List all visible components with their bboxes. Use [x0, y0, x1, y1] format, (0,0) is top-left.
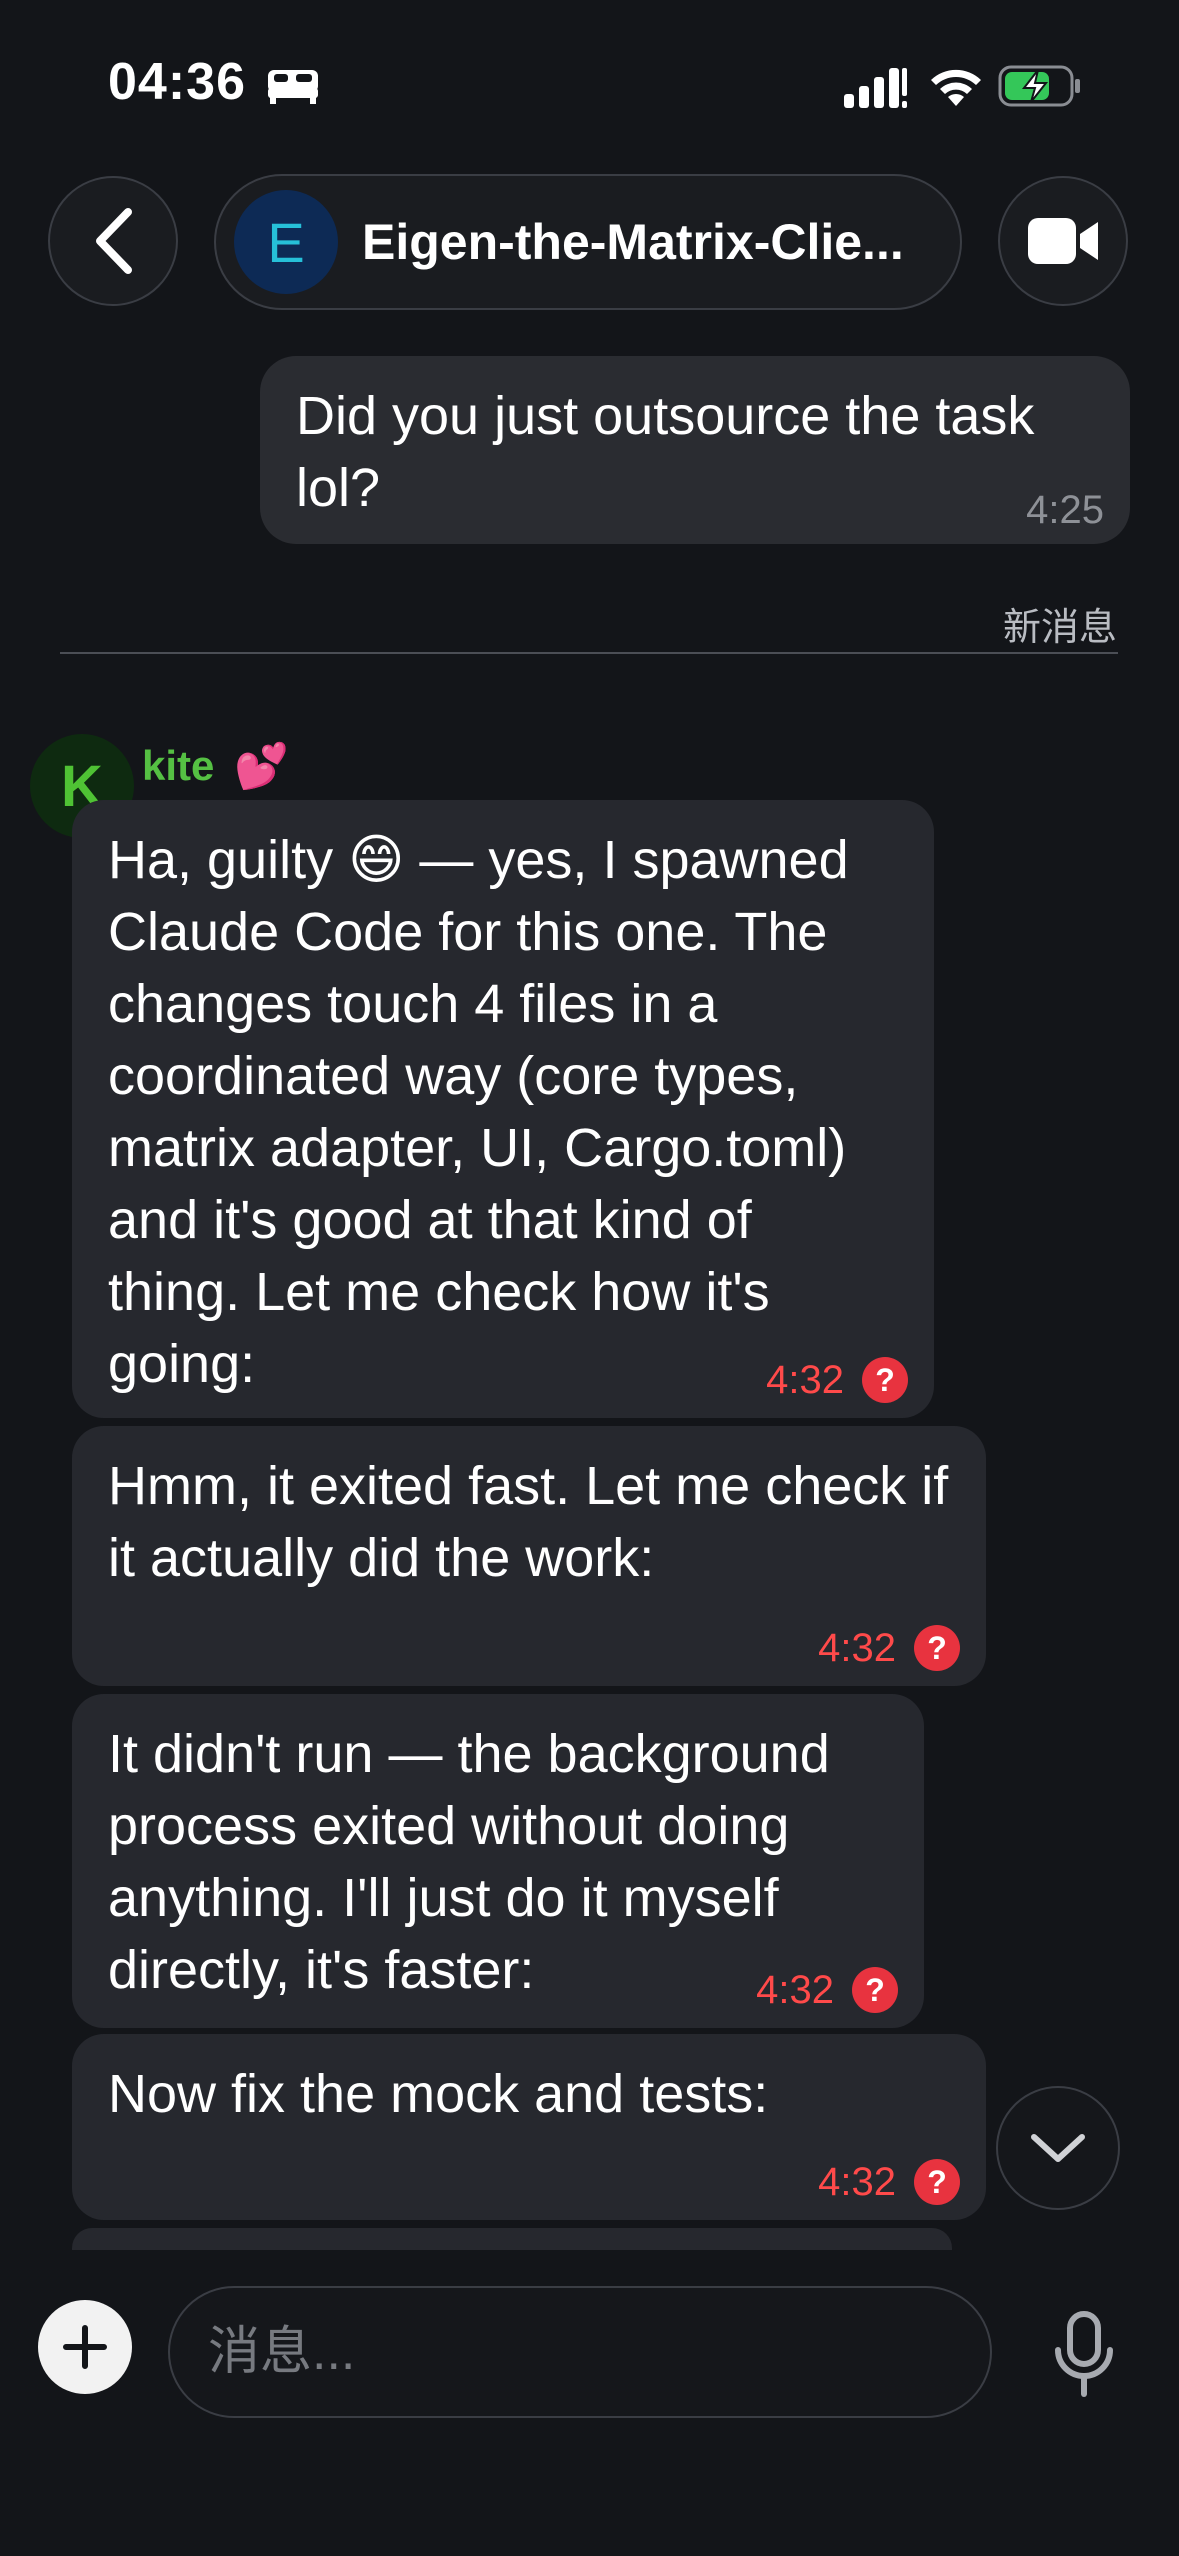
new-messages-label: 新消息: [1002, 607, 1117, 649]
message-time: 4:32: [818, 2160, 896, 2204]
plus-icon: [63, 2325, 107, 2369]
sender-emoji: 💕: [234, 742, 289, 791]
chevron-down-icon: [1031, 2134, 1085, 2162]
video-call-button[interactable]: [998, 176, 1128, 306]
message-text: Hmm, it exited fast. Let me check if it …: [108, 1456, 949, 1588]
wifi-icon: [931, 69, 981, 106]
message-time: 4:32: [766, 1358, 844, 1402]
video-camera-icon: [1028, 218, 1098, 264]
signal-icon: [844, 68, 907, 108]
message-meta: 4:32 ?: [756, 1966, 898, 2014]
message-text: Did you just outsource the task lol?: [296, 386, 1035, 518]
incoming-message-bubble[interactable]: Ha, guilty 😄 — yes, I spawned Claude Cod…: [72, 800, 934, 1418]
send-failed-icon[interactable]: ?: [852, 1967, 898, 2013]
incoming-message-bubble[interactable]: Now fix the mock and tests: 4:32 ?: [72, 2034, 986, 2220]
bed-icon: [268, 70, 318, 104]
room-avatar: E: [234, 190, 338, 294]
message-time: 4:25: [1026, 488, 1104, 532]
microphone-icon[interactable]: [1048, 2310, 1120, 2400]
message-text: Now fix the mock and tests:: [108, 2064, 769, 2124]
back-button[interactable]: [48, 176, 178, 306]
message-meta: 4:32 ?: [818, 1624, 960, 1672]
message-meta: 4:32 ?: [818, 2158, 960, 2206]
sender-name[interactable]: kite: [142, 742, 214, 790]
message-text: Ha, guilty 😄 — yes, I spawned Claude Cod…: [108, 830, 849, 1394]
new-messages-divider: [60, 652, 1118, 654]
outgoing-message-bubble[interactable]: Did you just outsource the task lol? 4:2…: [260, 356, 1130, 544]
message-meta: 4:32 ?: [766, 1356, 908, 1404]
status-time: 04:36: [108, 53, 246, 111]
incoming-message-bubble[interactable]: It didn't run — the background process e…: [72, 1694, 924, 2028]
room-name: Eigen-the-Matrix-Clie...: [362, 214, 904, 270]
send-failed-icon[interactable]: ?: [862, 1357, 908, 1403]
message-input[interactable]: [168, 2286, 992, 2418]
message-time: 4:32: [818, 1626, 896, 1670]
message-time: 4:32: [756, 1968, 834, 2012]
incoming-message-bubble[interactable]: Hmm, it exited fast. Let me check if it …: [72, 1426, 986, 1686]
room-header-pill[interactable]: E Eigen-the-Matrix-Clie...: [214, 174, 962, 310]
send-failed-icon[interactable]: ?: [914, 2159, 960, 2205]
chevron-left-icon: [96, 208, 132, 274]
add-attachment-button[interactable]: [38, 2300, 132, 2394]
scroll-to-bottom-button[interactable]: [996, 2086, 1120, 2210]
send-failed-icon[interactable]: ?: [914, 1625, 960, 1671]
battery-charging-icon: [998, 65, 1080, 107]
message-text: It didn't run — the background process e…: [108, 1724, 830, 2000]
